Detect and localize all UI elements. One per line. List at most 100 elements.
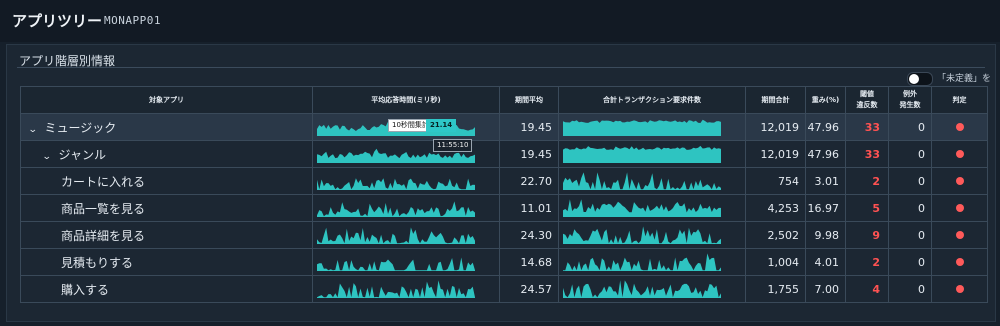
exception-count-cell: 0	[888, 248, 932, 276]
threshold-violation-cell[interactable]: 2	[845, 248, 889, 276]
app-name-cell[interactable]: 商品一覧を見る	[20, 194, 313, 222]
app-name-cell[interactable]: 購入する	[20, 275, 313, 303]
table-row[interactable]: 購入する 24.57 1,755 7.00 4 0	[20, 275, 988, 303]
table-row[interactable]: 商品詳細を見る 24.30 2,502 9.98 9 0	[20, 221, 988, 249]
show-undefined-toggle[interactable]	[907, 72, 933, 86]
threshold-violation-cell[interactable]: 4	[845, 275, 889, 303]
app-name-label: ミュージック	[44, 120, 117, 135]
sparkline	[317, 257, 475, 271]
exception-count-cell: 0	[888, 221, 932, 249]
judge-cell	[931, 113, 988, 141]
period-total-cell: 1,004	[745, 248, 806, 276]
sparkline	[563, 226, 721, 244]
period-avg-cell: 22.70	[499, 167, 559, 195]
app-table: 対象アプリ 平均応答時間(ミリ秒) 期間平均 合計トランザクション要求件数 期間…	[20, 86, 988, 303]
status-dot-icon	[955, 204, 964, 212]
table-row[interactable]: 見積もりする 14.68 1,004 4.01 2 0	[20, 248, 988, 276]
weight-cell: 47.96	[805, 113, 846, 141]
status-dot-icon	[955, 285, 964, 293]
period-total-cell: 2,502	[745, 221, 806, 249]
total-tx-chart[interactable]	[558, 275, 746, 303]
app-name-cell[interactable]: カートに入れる	[20, 167, 313, 195]
status-dot-icon	[955, 123, 964, 131]
sparkline	[563, 172, 721, 190]
period-avg-cell: 11.01	[499, 194, 559, 222]
status-dot-icon	[955, 258, 964, 266]
status-dot-icon	[955, 177, 964, 185]
threshold-violation-cell[interactable]: 33	[845, 113, 889, 141]
table-row[interactable]: 商品一覧を見る 11.01 4,253 16.97 5 0	[20, 194, 988, 222]
total-tx-chart[interactable]	[558, 113, 746, 141]
exception-count-cell: 0	[888, 275, 932, 303]
app-name-cell[interactable]: 見積もりする	[20, 248, 313, 276]
col-header-period-avg[interactable]: 期間平均	[499, 86, 559, 114]
judge-cell	[931, 275, 988, 303]
col-header-exception-line1: 例外	[903, 90, 917, 98]
threshold-violation-cell[interactable]: 33	[845, 140, 889, 168]
avg-response-chart[interactable]	[312, 167, 500, 195]
total-tx-chart[interactable]	[558, 140, 746, 168]
col-header-avg-response[interactable]: 平均応答時間(ミリ秒)	[312, 86, 500, 114]
threshold-violation-cell[interactable]: 9	[845, 221, 889, 249]
table-row[interactable]: カートに入れる 22.70 754 3.01 2 0	[20, 167, 988, 195]
judge-cell	[931, 194, 988, 222]
chart-tooltip-time: 11:55:10	[433, 139, 473, 152]
col-header-threshold-line2: 違反数	[856, 101, 878, 109]
total-tx-chart[interactable]	[558, 221, 746, 249]
avg-response-chart[interactable]	[312, 194, 500, 222]
app-id-label: MONAPP01	[104, 14, 161, 27]
weight-cell: 3.01	[805, 167, 846, 195]
col-header-weight[interactable]: 重み(%)	[805, 86, 846, 114]
judge-cell	[931, 248, 988, 276]
threshold-violation-cell[interactable]: 2	[845, 167, 889, 195]
weight-cell: 9.98	[805, 221, 846, 249]
judge-cell	[931, 167, 988, 195]
period-avg-cell: 19.45	[499, 113, 559, 141]
col-header-period-total[interactable]: 期間合計	[745, 86, 806, 114]
toggle-knob	[909, 74, 919, 84]
exception-count-cell: 0	[888, 140, 932, 168]
table-row[interactable]: ⌄ ジャンル 19.45 12,019 47.96 33 0	[20, 140, 988, 168]
chevron-down-icon[interactable]: ⌄	[42, 152, 52, 162]
sparkline	[563, 119, 721, 136]
col-header-app[interactable]: 対象アプリ	[20, 86, 313, 114]
period-avg-cell: 14.68	[499, 248, 559, 276]
period-total-cell: 1,755	[745, 275, 806, 303]
col-header-exception[interactable]: 例外 発生数	[888, 86, 932, 114]
app-name-cell[interactable]: ⌄ ジャンル	[20, 140, 313, 168]
status-dot-icon	[955, 231, 964, 239]
total-tx-chart[interactable]	[558, 194, 746, 222]
sparkline	[317, 227, 475, 244]
period-total-cell: 12,019	[745, 140, 806, 168]
avg-response-chart[interactable]	[312, 248, 500, 276]
exception-count-cell: 0	[888, 194, 932, 222]
period-total-cell: 754	[745, 167, 806, 195]
table-row[interactable]: ⌄ ミュージック 19.45 12,019 47.96 33 0	[20, 113, 988, 141]
total-tx-chart[interactable]	[558, 248, 746, 276]
period-avg-cell: 24.30	[499, 221, 559, 249]
col-header-threshold[interactable]: 閾値 違反数	[845, 86, 889, 114]
exception-count-cell: 0	[888, 167, 932, 195]
chart-tooltip-value: 21.14	[426, 119, 457, 132]
app-name-label: ジャンル	[58, 147, 106, 162]
total-tx-chart[interactable]	[558, 167, 746, 195]
app-name-cell[interactable]: 商品詳細を見る	[20, 221, 313, 249]
avg-response-chart[interactable]	[312, 221, 500, 249]
app-name-label: 購入する	[61, 282, 110, 297]
app-name-cell[interactable]: ⌄ ミュージック	[20, 113, 313, 141]
period-avg-cell: 24.57	[499, 275, 559, 303]
threshold-violation-cell[interactable]: 5	[845, 194, 889, 222]
chevron-down-icon[interactable]: ⌄	[28, 125, 38, 135]
sparkline	[563, 280, 721, 298]
app-name-label: カートに入れる	[61, 174, 146, 189]
table-header-row: 対象アプリ 平均応答時間(ミリ秒) 期間平均 合計トランザクション要求件数 期間…	[20, 86, 988, 114]
sparkline	[563, 145, 721, 163]
period-total-cell: 12,019	[745, 113, 806, 141]
sparkline	[317, 280, 475, 298]
period-total-cell: 4,253	[745, 194, 806, 222]
app-name-label: 見積もりする	[61, 255, 134, 270]
col-header-total-tx[interactable]: 合計トランザクション要求件数	[558, 86, 746, 114]
col-header-judge[interactable]: 判定	[931, 86, 988, 114]
sparkline	[317, 178, 475, 190]
avg-response-chart[interactable]	[312, 275, 500, 303]
